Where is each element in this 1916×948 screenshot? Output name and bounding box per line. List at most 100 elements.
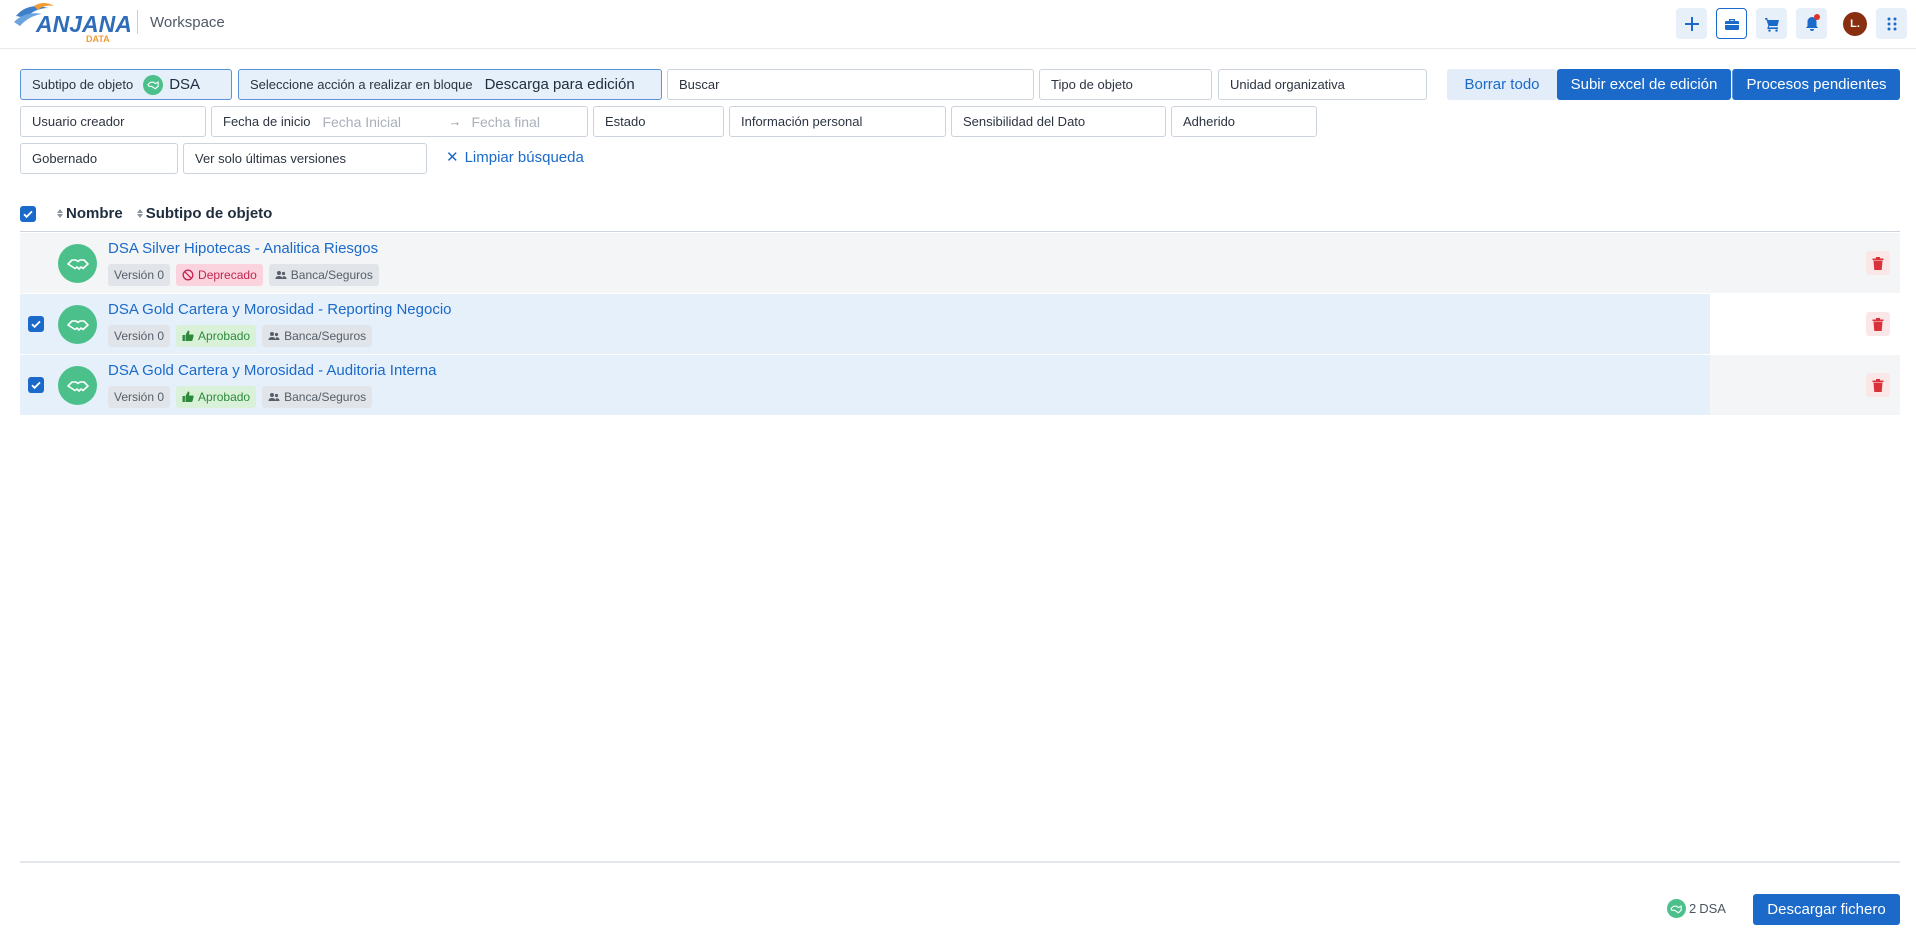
group-label: Banca/Seguros	[284, 390, 367, 404]
logo-divider	[137, 10, 138, 34]
latest-versions-filter[interactable]: Ver solo últimas versiones	[183, 143, 427, 174]
object-type-filter[interactable]: Tipo de objeto	[1039, 69, 1212, 100]
clear-search-label: Limpiar búsqueda	[464, 148, 584, 166]
plus-icon	[1684, 16, 1699, 31]
row-tags: Versión 0 Deprecado Banca/Seguros	[108, 264, 379, 286]
apps-button[interactable]	[1876, 8, 1907, 39]
row-checkbox[interactable]	[28, 316, 44, 332]
table-row[interactable]: DSA Gold Cartera y Morosidad - Auditoria…	[20, 355, 1900, 415]
end-date-input[interactable]: Fecha final	[471, 114, 539, 130]
notifications-button[interactable]	[1796, 8, 1827, 39]
users-icon	[268, 393, 280, 401]
subtype-filter-label: Subtipo de objeto	[32, 77, 134, 92]
row-name-link[interactable]: DSA Silver Hipotecas - Analitica Riesgos	[108, 240, 378, 257]
ban-icon	[182, 269, 194, 281]
anjana-logo[interactable]: ANJANA DATA	[14, 2, 130, 44]
group-badge: Banca/Seguros	[262, 325, 373, 347]
bulk-action-value: Descarga para edición	[484, 76, 635, 93]
trash-icon	[1872, 378, 1884, 392]
group-badge: Banca/Seguros	[268, 264, 379, 286]
close-icon: ✕	[446, 149, 459, 166]
user-avatar[interactable]: L.	[1843, 12, 1867, 36]
users-icon	[275, 271, 287, 279]
table-row[interactable]: DSA Gold Cartera y Morosidad - Reporting…	[20, 294, 1900, 354]
arrow-right-icon: →	[448, 114, 462, 129]
table-row[interactable]: DSA Silver Hipotecas - Analitica Riesgos…	[20, 233, 1900, 293]
sensitivity-filter[interactable]: Sensibilidad del Dato	[951, 106, 1166, 137]
personal-info-filter[interactable]: Información personal	[729, 106, 946, 137]
page-title: Workspace	[150, 14, 225, 31]
top-header: ANJANA DATA Workspace L.	[0, 0, 1916, 49]
grid-icon	[1887, 17, 1896, 30]
delete-button[interactable]	[1866, 251, 1890, 275]
count-value: 2	[1689, 901, 1697, 916]
count-type: DSA	[1699, 901, 1726, 916]
org-unit-filter[interactable]: Unidad organizativa	[1218, 69, 1427, 100]
sort-icon	[57, 209, 63, 218]
workspace-button[interactable]	[1716, 8, 1747, 39]
download-file-button[interactable]: Descargar fichero	[1753, 894, 1900, 925]
search-input[interactable]: Buscar	[667, 69, 1034, 100]
handshake-icon	[58, 244, 97, 283]
adhered-filter[interactable]: Adherido	[1171, 106, 1317, 137]
cart-button[interactable]	[1756, 8, 1787, 39]
svg-text:ANJANA: ANJANA	[35, 11, 130, 37]
add-button[interactable]	[1676, 8, 1707, 39]
thumbs-up-icon	[182, 391, 194, 402]
governed-filter[interactable]: Gobernado	[20, 143, 178, 174]
column-subtype-label: Subtipo de objeto	[145, 205, 273, 222]
sort-subtype-column[interactable]: Subtipo de objeto	[136, 205, 273, 222]
sort-name-column[interactable]: Nombre	[57, 205, 123, 222]
start-date-label: Fecha de inicio	[223, 114, 311, 129]
clear-all-button[interactable]: Borrar todo	[1447, 69, 1557, 100]
state-filter[interactable]: Estado	[593, 106, 724, 137]
footer-divider	[20, 861, 1900, 863]
pending-processes-button[interactable]: Procesos pendientes	[1732, 69, 1900, 100]
bulk-action-select[interactable]: Seleccione acción a realizar en bloque D…	[238, 69, 662, 100]
group-badge: Banca/Seguros	[262, 386, 373, 408]
table-header: Nombre Subtipo de objeto	[20, 196, 1900, 232]
delete-button[interactable]	[1866, 312, 1890, 336]
row-tags: Versión 0 Aprobado Banca/Seguros	[108, 325, 373, 347]
start-date-input[interactable]: Fecha Inicial	[322, 114, 440, 130]
creator-label: Usuario creador	[32, 114, 125, 129]
svg-text:DATA: DATA	[86, 34, 110, 44]
briefcase-icon	[1724, 18, 1739, 30]
row-name-link[interactable]: DSA Gold Cartera y Morosidad - Reporting…	[108, 301, 452, 318]
status-label: Aprobado	[198, 329, 251, 343]
version-badge: Versión 0	[108, 325, 171, 347]
subtype-filter[interactable]: Subtipo de objeto DSA	[20, 69, 232, 100]
selection-count: 2 DSA	[1667, 899, 1726, 918]
notification-dot	[1814, 14, 1820, 20]
clear-search-link[interactable]: ✕ Limpiar búsqueda	[446, 148, 584, 167]
row-tags: Versión 0 Aprobado Banca/Seguros	[108, 386, 373, 408]
row-checkbox[interactable]	[28, 377, 44, 393]
version-badge: Versión 0	[108, 386, 171, 408]
cart-icon	[1764, 17, 1779, 32]
handshake-icon	[58, 366, 97, 405]
trash-icon	[1872, 317, 1884, 331]
users-icon	[268, 332, 280, 340]
subtype-filter-value: DSA	[169, 76, 201, 93]
latest-versions-label: Ver solo últimas versiones	[195, 151, 347, 166]
column-name-label: Nombre	[66, 205, 123, 222]
handshake-icon	[58, 305, 97, 344]
date-range-filter[interactable]: Fecha de inicio Fecha Inicial → Fecha fi…	[211, 106, 588, 137]
status-badge: Aprobado	[176, 325, 257, 347]
select-all-checkbox[interactable]	[20, 205, 36, 222]
upload-excel-button[interactable]: Subir excel de edición	[1557, 69, 1731, 100]
dsa-icon	[143, 74, 164, 95]
status-label: Deprecado	[198, 268, 257, 282]
group-label: Banca/Seguros	[284, 329, 367, 343]
sort-icon	[136, 209, 143, 218]
status-label: Aprobado	[198, 390, 251, 404]
creator-filter[interactable]: Usuario creador	[20, 106, 206, 137]
delete-button[interactable]	[1866, 373, 1890, 397]
sensitivity-label: Sensibilidad del Dato	[963, 114, 1086, 129]
row-name-link[interactable]: DSA Gold Cartera y Morosidad - Auditoria…	[108, 362, 437, 379]
version-badge: Versión 0	[108, 264, 171, 286]
trash-icon	[1872, 256, 1884, 270]
status-badge: Aprobado	[176, 386, 257, 408]
status-badge: Deprecado	[176, 264, 263, 286]
bulk-action-label: Seleccione acción a realizar en bloque	[250, 77, 473, 92]
